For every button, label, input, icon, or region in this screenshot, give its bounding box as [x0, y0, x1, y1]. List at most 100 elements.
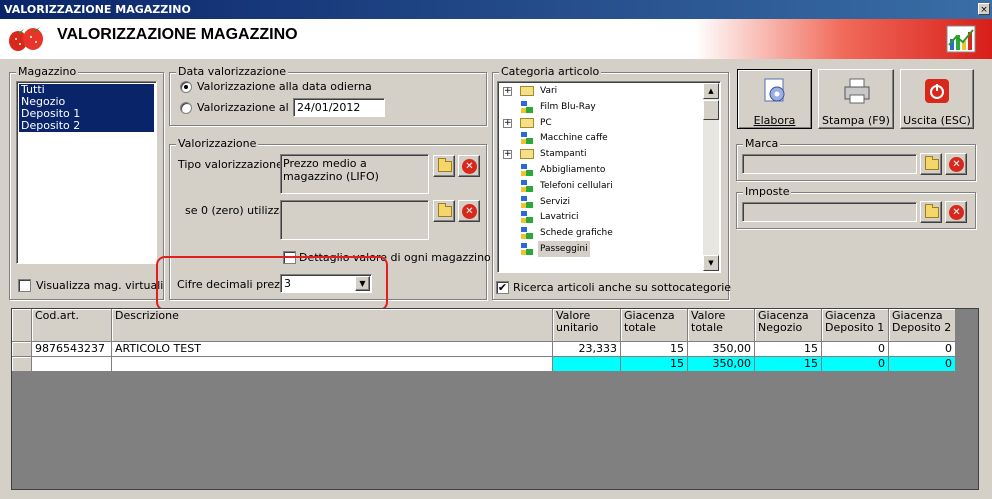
tree-item-label: PC [540, 117, 552, 128]
row-header[interactable] [12, 342, 32, 357]
imposte-clear-button[interactable]: ✕ [945, 201, 967, 223]
expand-icon[interactable]: + [503, 87, 512, 96]
chevron-down-icon[interactable]: ▼ [355, 276, 370, 291]
category-icon [521, 195, 533, 208]
uscita-label: Uscita (ESC) [903, 114, 971, 127]
table-cell: 15 [621, 342, 688, 357]
table-cell: 350,00 [688, 342, 755, 357]
folder-icon [438, 203, 452, 217]
elabora-button[interactable]: Elabora [737, 69, 812, 129]
stampa-button[interactable]: Stampa (F9) [818, 69, 894, 129]
expand-icon[interactable]: + [503, 150, 512, 160]
totals-cell: 0 [889, 357, 956, 372]
zero-clear-button[interactable]: ✕ [458, 200, 480, 222]
radio-at-date-label: Valorizzazione al [197, 101, 289, 114]
column-header[interactable]: Cod.art. [32, 309, 112, 342]
category-icon [521, 179, 533, 192]
tree-scrollbar[interactable]: ▲ ▼ [703, 83, 719, 271]
list-item[interactable]: Deposito 2 [19, 120, 154, 132]
radio-today-label: Valorizzazione alla data odierna [197, 80, 372, 93]
date-field[interactable]: 24/01/2012 [293, 98, 385, 117]
column-header[interactable]: Valore unitario [553, 309, 621, 342]
marca-field[interactable] [742, 154, 917, 174]
column-header[interactable]: Giacenza Deposito 2 [889, 309, 956, 342]
tree-item[interactable]: Passeggini [500, 241, 700, 257]
tree-item-label: Schede grafiche [540, 228, 613, 239]
tree-item[interactable]: Servizi [500, 194, 700, 210]
radio-at-date[interactable] [180, 102, 192, 114]
sub-checkbox[interactable]: ✔ [496, 281, 509, 294]
column-header[interactable]: Descrizione [112, 309, 553, 342]
table-cell: 0 [889, 342, 956, 357]
totals-cell: 15 [621, 357, 688, 372]
column-header-line: Cod.art. [35, 309, 79, 322]
radio-today[interactable] [180, 81, 192, 93]
totals-cell: 0 [822, 357, 889, 372]
valorizzazione-legend: Valorizzazione [176, 137, 259, 150]
folder-icon [925, 204, 939, 218]
category-icon [521, 132, 533, 145]
virtual-checkbox[interactable] [18, 279, 31, 292]
tree-body: + Vari Film Blu-Ray + PC Macchine caffe + Stamp… [500, 83, 700, 271]
table-cell: ARTICOLO TEST [112, 342, 553, 357]
totals-cell: 15 [755, 357, 822, 372]
grid-corner-header[interactable] [12, 309, 32, 342]
scroll-up-icon[interactable]: ▲ [703, 83, 719, 99]
magazzino-legend: Magazzino [16, 65, 79, 78]
column-header-line: Negozio [758, 321, 803, 334]
imposte-legend: Imposte [743, 185, 792, 198]
column-header-line: totale [624, 321, 656, 334]
uscita-button[interactable]: Uscita (ESC) [900, 69, 974, 129]
totals-cell [32, 357, 112, 372]
magazzino-list[interactable]: Tutti Negozio Deposito 1 Deposito 2 [16, 81, 157, 264]
column-header[interactable]: Giacenza Negozio [755, 309, 822, 342]
scroll-down-icon[interactable]: ▼ [703, 255, 719, 271]
row-header[interactable] [12, 357, 32, 372]
category-tree[interactable]: + Vari Film Blu-Ray + PC Macchine caffe + Stamp… [497, 81, 721, 273]
tree-item[interactable]: + Stampanti [500, 146, 700, 162]
tipo-field[interactable]: Prezzo medio a magazzino (LIFO) [280, 154, 429, 194]
category-icon [521, 227, 533, 240]
tree-item[interactable]: Abbigliamento [500, 162, 700, 178]
tree-item[interactable]: + PC [500, 115, 700, 131]
tipo-label: Tipo valorizzazione : [178, 158, 291, 171]
expand-icon[interactable]: + [503, 118, 512, 128]
tipo-clear-button[interactable]: ✕ [458, 155, 480, 177]
printer-icon [844, 78, 870, 104]
column-header[interactable]: Giacenza totale [621, 309, 688, 342]
gear-document-icon [764, 78, 785, 102]
table-cell: 0 [822, 342, 889, 357]
imposte-browse-button[interactable] [920, 201, 942, 223]
virtual-label: Visualizza mag. virtuali [36, 279, 164, 292]
column-header-line: Descrizione [115, 309, 179, 322]
tree-item[interactable]: Lavatrici [500, 209, 700, 225]
tree-item[interactable]: Film Blu-Ray [500, 99, 700, 115]
cifre-label: Cifre decimali prezzi : [177, 278, 296, 291]
tree-item-label: Vari [540, 86, 558, 96]
window-titlebar[interactable]: VALORIZZAZIONE MAGAZZINO [0, 0, 992, 19]
column-header-line: Deposito 2 [892, 321, 952, 334]
close-icon[interactable]: × [978, 3, 990, 15]
scroll-thumb[interactable] [703, 100, 719, 120]
results-grid[interactable]: Cod.art. Descrizione Valore unitario Giacenz… [11, 308, 979, 490]
totals-cell: 350,00 [688, 357, 755, 372]
zero-field[interactable] [280, 200, 429, 240]
folder-icon [438, 158, 452, 172]
totals-cell [112, 357, 553, 372]
folder-icon [925, 156, 939, 170]
tree-item[interactable]: + Vari [500, 83, 700, 99]
zero-browse-button[interactable] [433, 200, 455, 222]
marca-browse-button[interactable] [920, 153, 942, 175]
tipo-browse-button[interactable] [433, 155, 455, 177]
tree-item[interactable]: Telefoni cellulari [500, 178, 700, 194]
tree-item[interactable]: Schede grafiche [500, 225, 700, 241]
column-header[interactable]: Giacenza Deposito 1 [822, 309, 889, 342]
imposte-field[interactable] [742, 202, 917, 222]
category-icon [521, 164, 533, 176]
tree-item[interactable]: Macchine caffe [500, 130, 700, 146]
stampa-label: Stampa (F9) [822, 114, 890, 127]
folder-icon [520, 149, 534, 160]
marca-clear-button[interactable]: ✕ [945, 153, 967, 175]
delete-icon: ✕ [462, 204, 477, 219]
column-header[interactable]: Valore totale [688, 309, 755, 342]
